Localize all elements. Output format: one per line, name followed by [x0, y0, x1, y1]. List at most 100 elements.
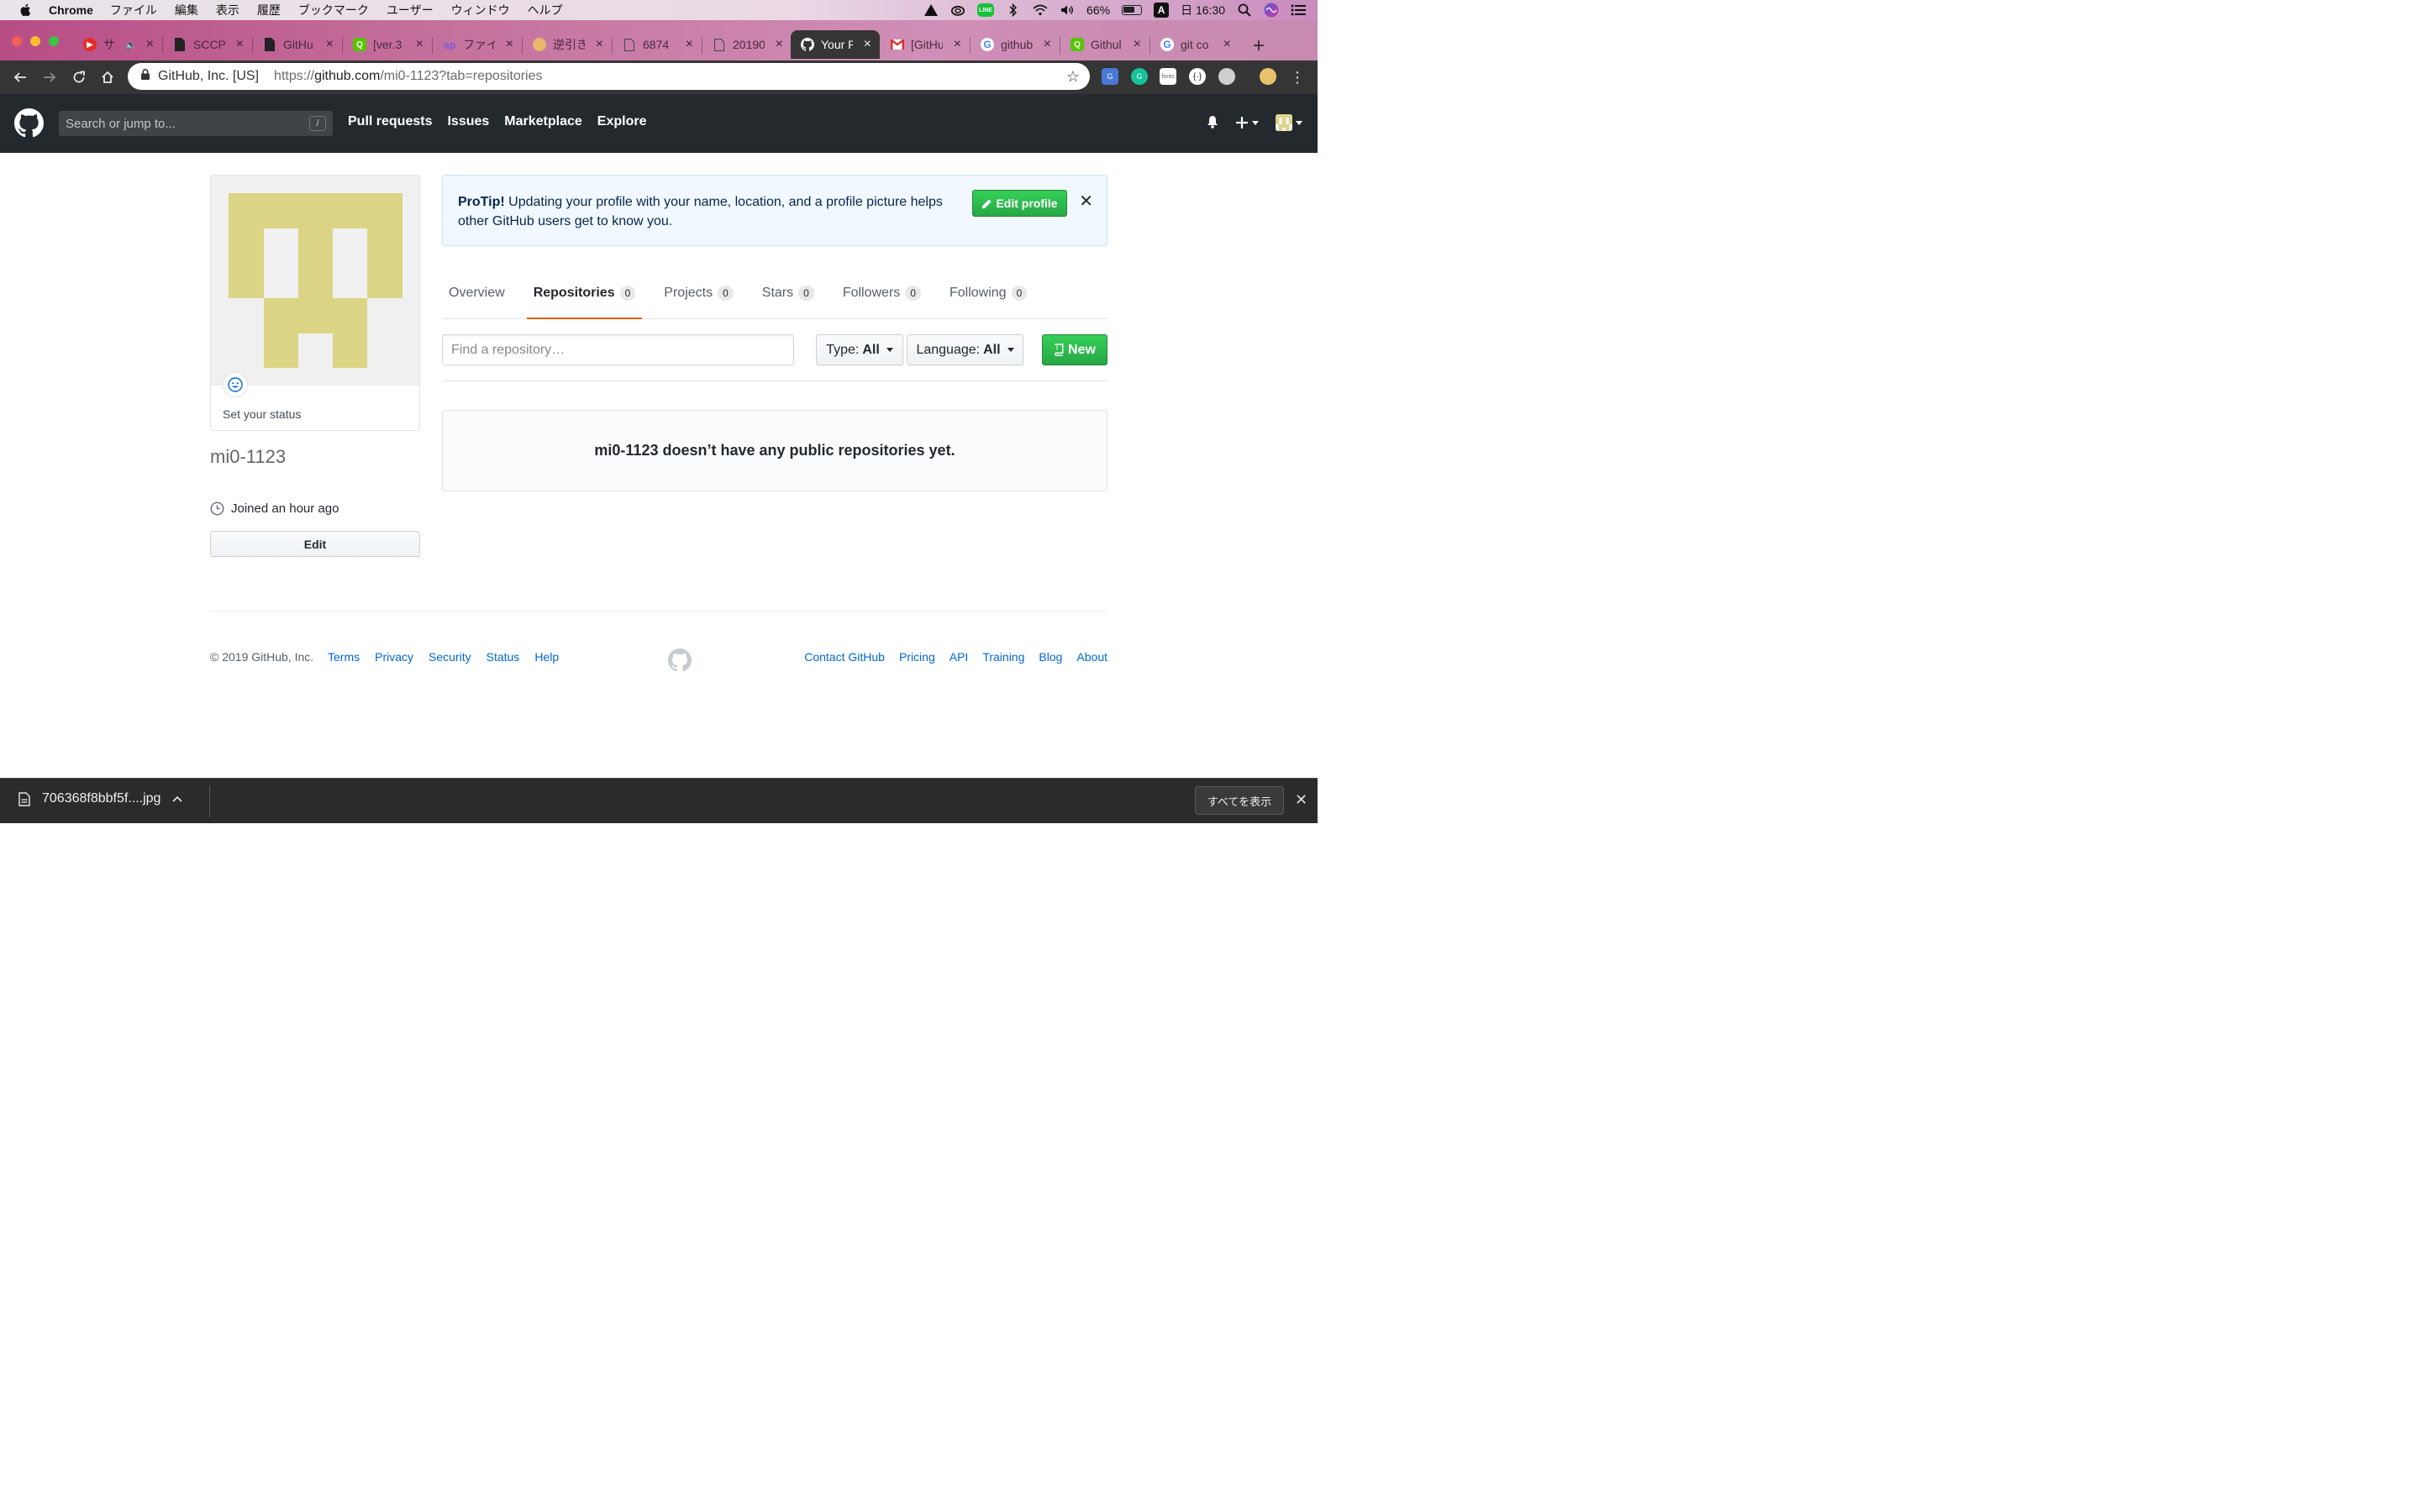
browser-tab[interactable]: [GitHu × [881, 30, 970, 59]
browser-tab[interactable]: 20190 × [702, 30, 792, 59]
browser-tab[interactable]: ap ファイ × [433, 30, 522, 59]
footer-link-api[interactable]: API [950, 650, 969, 664]
nav-issues[interactable]: Issues [447, 114, 489, 129]
avatar[interactable] [211, 176, 419, 397]
footer-link-status[interactable]: Status [487, 650, 520, 664]
tab-close-icon[interactable]: × [1134, 37, 1141, 52]
tab-close-icon[interactable]: × [776, 37, 783, 52]
nav-pull-requests[interactable]: Pull requests [348, 114, 432, 129]
browser-tab[interactable]: 6874 × [613, 30, 702, 59]
footer-link-terms[interactable]: Terms [328, 650, 360, 664]
nav-marketplace[interactable]: Marketplace [504, 114, 582, 129]
new-repository-button[interactable]: New [1042, 334, 1107, 365]
footer-link-contact[interactable]: Contact GitHub [804, 650, 885, 664]
tab-close-icon[interactable]: × [1044, 37, 1051, 52]
footer-link-help[interactable]: Help [534, 650, 559, 664]
wifi-icon[interactable] [1033, 3, 1048, 18]
reload-icon[interactable] [69, 67, 89, 87]
tab-close-icon[interactable]: × [954, 37, 961, 52]
browser-tab[interactable]: GitHu × [253, 30, 342, 59]
browser-tab[interactable]: G git co × [1150, 30, 1239, 59]
menu-file[interactable]: ファイル [110, 2, 157, 18]
line-icon[interactable]: LINE [977, 3, 995, 17]
siri-icon[interactable] [1264, 3, 1279, 18]
menu-view[interactable]: 表示 [216, 2, 239, 18]
menu-history[interactable]: 履歴 [257, 2, 281, 18]
new-tab-button[interactable]: + [1247, 34, 1270, 58]
volume-icon[interactable] [1060, 3, 1075, 18]
browser-tab[interactable]: ▶ サ 🔈 × [73, 30, 162, 59]
tab-audio-icon[interactable]: 🔈 [125, 39, 137, 50]
tab-close-icon[interactable]: × [146, 37, 154, 52]
profile-avatar-icon[interactable] [1260, 68, 1276, 85]
lock-icon[interactable] [141, 69, 150, 84]
browser-tab[interactable]: G github × [971, 30, 1060, 59]
user-menu-dropdown[interactable] [1276, 114, 1302, 131]
browser-tab[interactable]: SCCP × [163, 30, 252, 59]
tab-close-icon[interactable]: × [236, 37, 244, 52]
bookmark-star-icon[interactable]: ☆ [1066, 68, 1080, 86]
tab-following[interactable]: Following 0 [943, 276, 1034, 319]
edit-profile-cta-button[interactable]: Edit profile [972, 190, 1067, 217]
browser-tab[interactable]: Q Githul × [1060, 30, 1150, 59]
code-icon[interactable]: {·} [1189, 68, 1206, 85]
spotlight-search-icon[interactable] [1237, 3, 1252, 18]
menu-clock[interactable]: 日 16:30 [1181, 2, 1225, 18]
menu-window[interactable]: ウィンドウ [451, 2, 510, 18]
download-item[interactable]: 706368f8bbf5f....jpg [18, 791, 183, 806]
github-mark-icon[interactable] [668, 648, 692, 672]
window-close-button[interactable] [12, 36, 22, 46]
menu-edit[interactable]: 編集 [175, 2, 198, 18]
window-minimize-button[interactable] [30, 36, 40, 46]
menu-people[interactable]: ユーザー [387, 2, 434, 18]
nav-explore[interactable]: Explore [597, 114, 647, 129]
chrome-menu-icon[interactable]: ⋮ [1287, 67, 1307, 87]
ghost-icon[interactable] [1218, 68, 1235, 85]
translate-icon[interactable]: G [1102, 68, 1118, 85]
forward-arrow-icon[interactable] [39, 67, 60, 87]
bluetooth-icon[interactable] [1006, 3, 1021, 18]
footer-link-training[interactable]: Training [982, 650, 1024, 664]
apple-menu-icon[interactable] [18, 3, 34, 18]
menu-help[interactable]: ヘルプ [528, 2, 563, 18]
tab-close-icon[interactable]: × [686, 37, 693, 52]
browser-tab-active[interactable]: Your P × [791, 30, 880, 59]
chevron-up-icon[interactable] [172, 795, 183, 802]
footer-link-pricing[interactable]: Pricing [899, 650, 935, 664]
tab-close-icon[interactable]: × [1223, 37, 1231, 52]
menu-app-name[interactable]: Chrome [49, 3, 93, 17]
notification-center-icon[interactable] [1291, 3, 1306, 18]
creative-cloud-icon[interactable] [950, 3, 965, 18]
tab-close-icon[interactable]: × [864, 37, 871, 52]
tab-overview[interactable]: Overview [442, 276, 512, 319]
edit-profile-button[interactable]: Edit [210, 531, 420, 557]
type-filter-dropdown[interactable]: Type: All [816, 334, 903, 365]
footer-link-blog[interactable]: Blog [1039, 650, 1062, 664]
address-bar[interactable]: GitHub, Inc. [US] https://github.com/mi0… [128, 63, 1090, 90]
tab-followers[interactable]: Followers 0 [836, 276, 928, 319]
browser-tab[interactable]: 逆引き × [523, 30, 612, 59]
browser-tab[interactable]: Q [ver.3 × [343, 30, 432, 59]
show-all-downloads-button[interactable]: すべてを表示 [1195, 786, 1284, 815]
tab-projects[interactable]: Projects 0 [657, 276, 739, 319]
footer-link-about[interactable]: About [1076, 650, 1107, 664]
battery-icon[interactable] [1122, 5, 1143, 15]
grammarly-icon[interactable]: G [1131, 68, 1148, 85]
footer-link-security[interactable]: Security [429, 650, 471, 664]
home-icon[interactable] [97, 67, 118, 87]
menu-bookmarks[interactable]: ブックマーク [298, 2, 369, 18]
search-input[interactable]: Search or jump to... / [59, 111, 333, 136]
window-zoom-button[interactable] [49, 36, 59, 46]
footer-link-privacy[interactable]: Privacy [375, 650, 413, 664]
language-filter-dropdown[interactable]: Language: All [907, 334, 1023, 365]
tab-repositories[interactable]: Repositories 0 [526, 276, 643, 319]
tab-close-icon[interactable]: × [326, 37, 334, 52]
input-method-icon[interactable]: A [1154, 3, 1170, 18]
github-logo-icon[interactable] [14, 108, 44, 138]
create-new-dropdown[interactable] [1235, 116, 1259, 129]
close-icon[interactable]: ✕ [1295, 791, 1307, 809]
protip-close-icon[interactable]: ✕ [1079, 192, 1093, 212]
find-repository-input[interactable]: Find a repository… [442, 334, 794, 365]
smiley-icon[interactable] [223, 372, 248, 397]
fonts-icon[interactable]: fonts [1160, 68, 1176, 85]
